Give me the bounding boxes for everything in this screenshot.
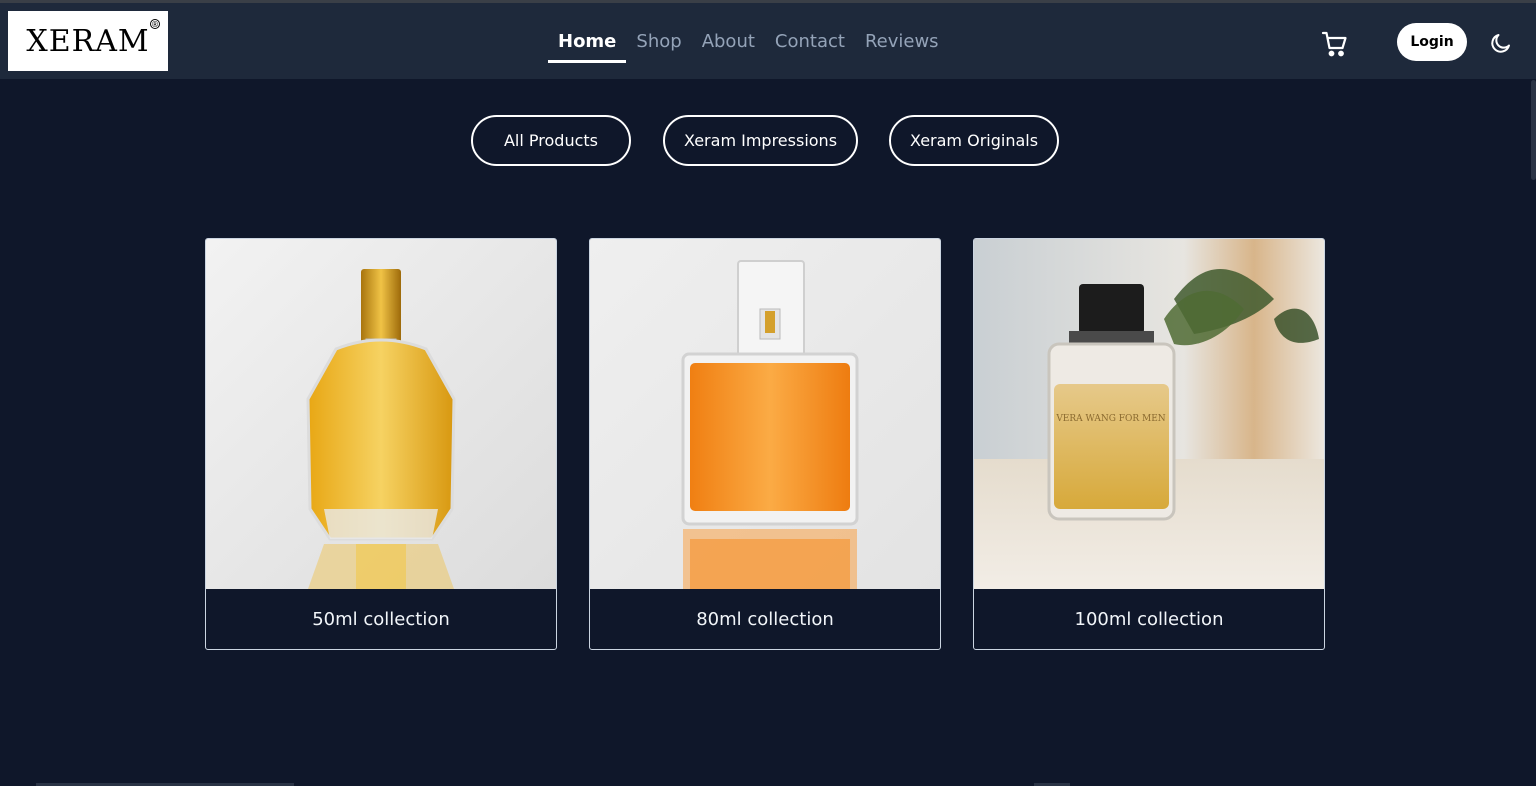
top-navbar: XERAM ® Home Shop About Contact Reviews … <box>0 0 1536 79</box>
nav-link-shop[interactable]: Shop <box>626 19 691 63</box>
logo-text: XERAM <box>26 23 150 59</box>
nav-link-home[interactable]: Home <box>548 19 627 63</box>
filter-originals-button[interactable]: Xeram Originals <box>889 115 1059 166</box>
cart-icon[interactable] <box>1321 30 1349 58</box>
scrollbar-track[interactable] <box>1530 79 1536 786</box>
nav-link-about[interactable]: About <box>692 19 765 63</box>
filter-impressions-button[interactable]: Xeram Impressions <box>663 115 858 166</box>
product-image-50ml <box>206 239 556 589</box>
bottle-label-text: VERA WANG FOR MEN <box>1055 414 1165 424</box>
product-image-80ml <box>590 239 940 589</box>
product-card-100ml[interactable]: VERA WANG FOR MEN 100ml collection <box>973 238 1325 650</box>
nav-links: Home Shop About Contact Reviews <box>548 19 949 63</box>
product-label-100ml: 100ml collection <box>1074 609 1224 630</box>
registered-mark: ® <box>150 19 160 29</box>
product-card-80ml[interactable]: 80ml collection <box>589 238 941 650</box>
product-label-50ml: 50ml collection <box>312 609 450 630</box>
scrollbar-thumb[interactable] <box>1531 80 1536 180</box>
nav-link-contact[interactable]: Contact <box>765 19 855 63</box>
login-button[interactable]: Login <box>1397 23 1467 61</box>
product-card-50ml[interactable]: 50ml collection <box>205 238 557 650</box>
brand-logo[interactable]: XERAM ® <box>8 11 168 71</box>
product-image-100ml: VERA WANG FOR MEN <box>974 239 1324 589</box>
filter-all-products-button[interactable]: All Products <box>471 115 631 166</box>
product-label-80ml: 80ml collection <box>696 609 834 630</box>
nav-link-reviews[interactable]: Reviews <box>855 19 949 63</box>
moon-icon[interactable] <box>1489 31 1513 55</box>
